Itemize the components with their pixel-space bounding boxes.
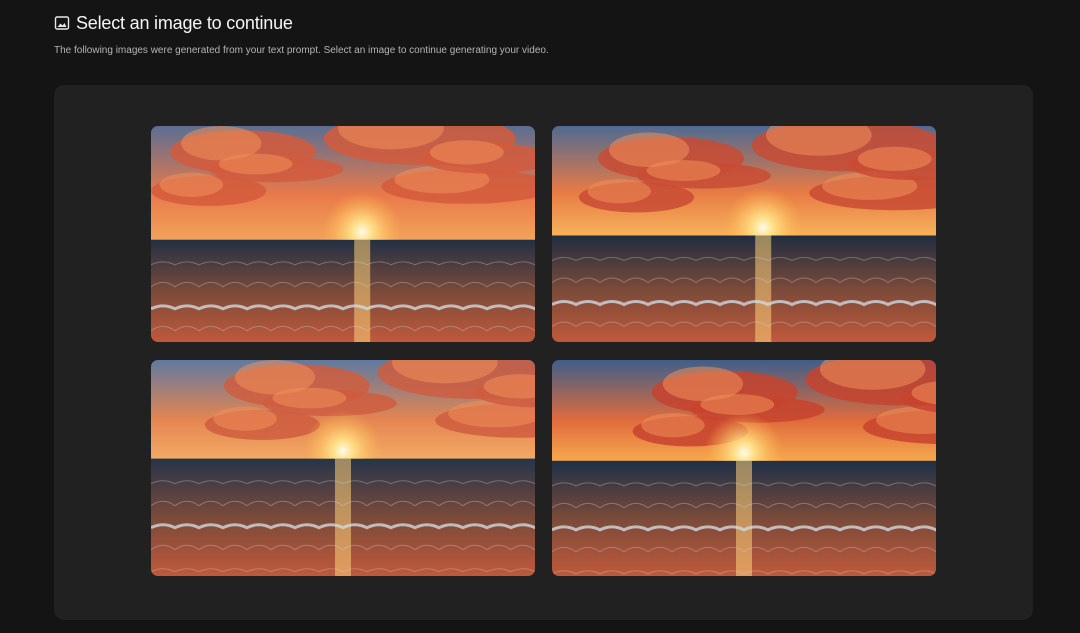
page-subtitle: The following images were generated from… <box>54 45 549 56</box>
title-row: Select an image to continue <box>54 12 549 34</box>
page-header: Select an image to continue The followin… <box>54 12 549 57</box>
generated-image-3[interactable] <box>151 360 535 576</box>
generated-image-4[interactable] <box>552 360 936 576</box>
image-icon <box>54 15 70 31</box>
image-grid <box>151 126 936 576</box>
generated-image-2[interactable] <box>552 126 936 342</box>
generated-image-1[interactable] <box>151 126 535 342</box>
image-selection-panel <box>54 85 1033 620</box>
page-title: Select an image to continue <box>76 12 293 33</box>
